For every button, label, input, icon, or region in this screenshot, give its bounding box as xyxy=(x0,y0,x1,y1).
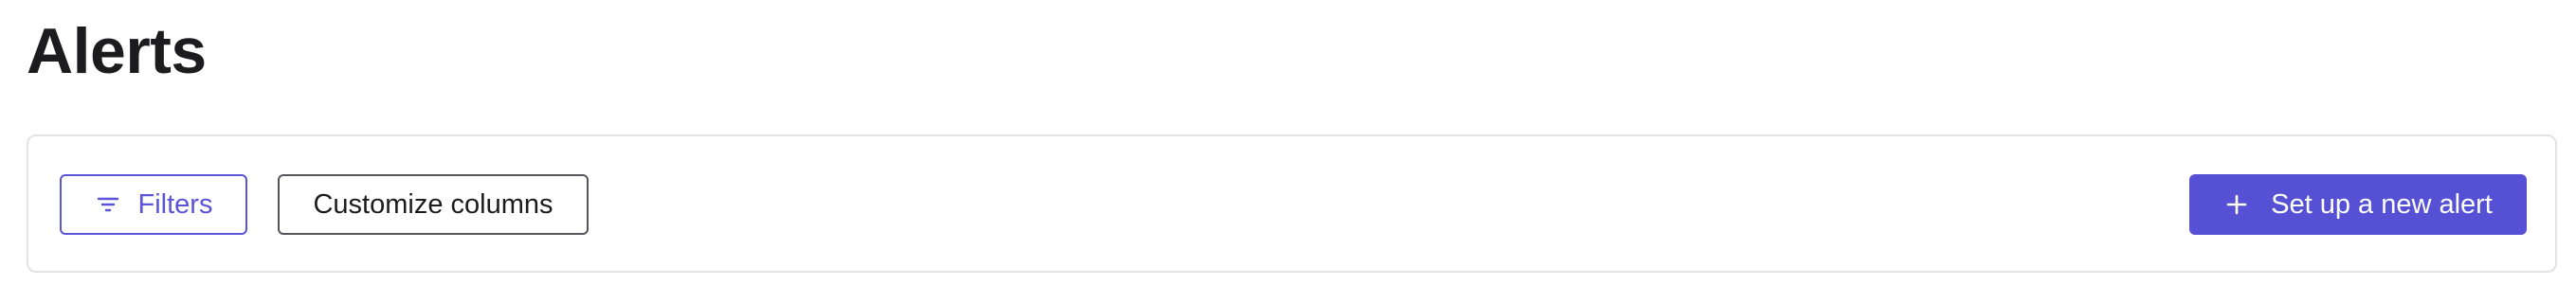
plus-icon xyxy=(2223,191,2250,218)
customize-columns-label: Customize columns xyxy=(313,188,553,220)
filters-button[interactable]: Filters xyxy=(60,174,247,235)
alerts-toolbar: Filters Customize columns Set up a new a… xyxy=(27,134,2557,273)
filter-lines-icon xyxy=(95,191,121,218)
alerts-page: Alerts Filters Customize columns Set up … xyxy=(0,0,2576,303)
page-title: Alerts xyxy=(27,15,207,87)
new-alert-label: Set up a new alert xyxy=(2271,188,2493,220)
customize-columns-button[interactable]: Customize columns xyxy=(278,174,589,235)
new-alert-button[interactable]: Set up a new alert xyxy=(2189,174,2527,235)
filters-button-label: Filters xyxy=(137,188,213,220)
